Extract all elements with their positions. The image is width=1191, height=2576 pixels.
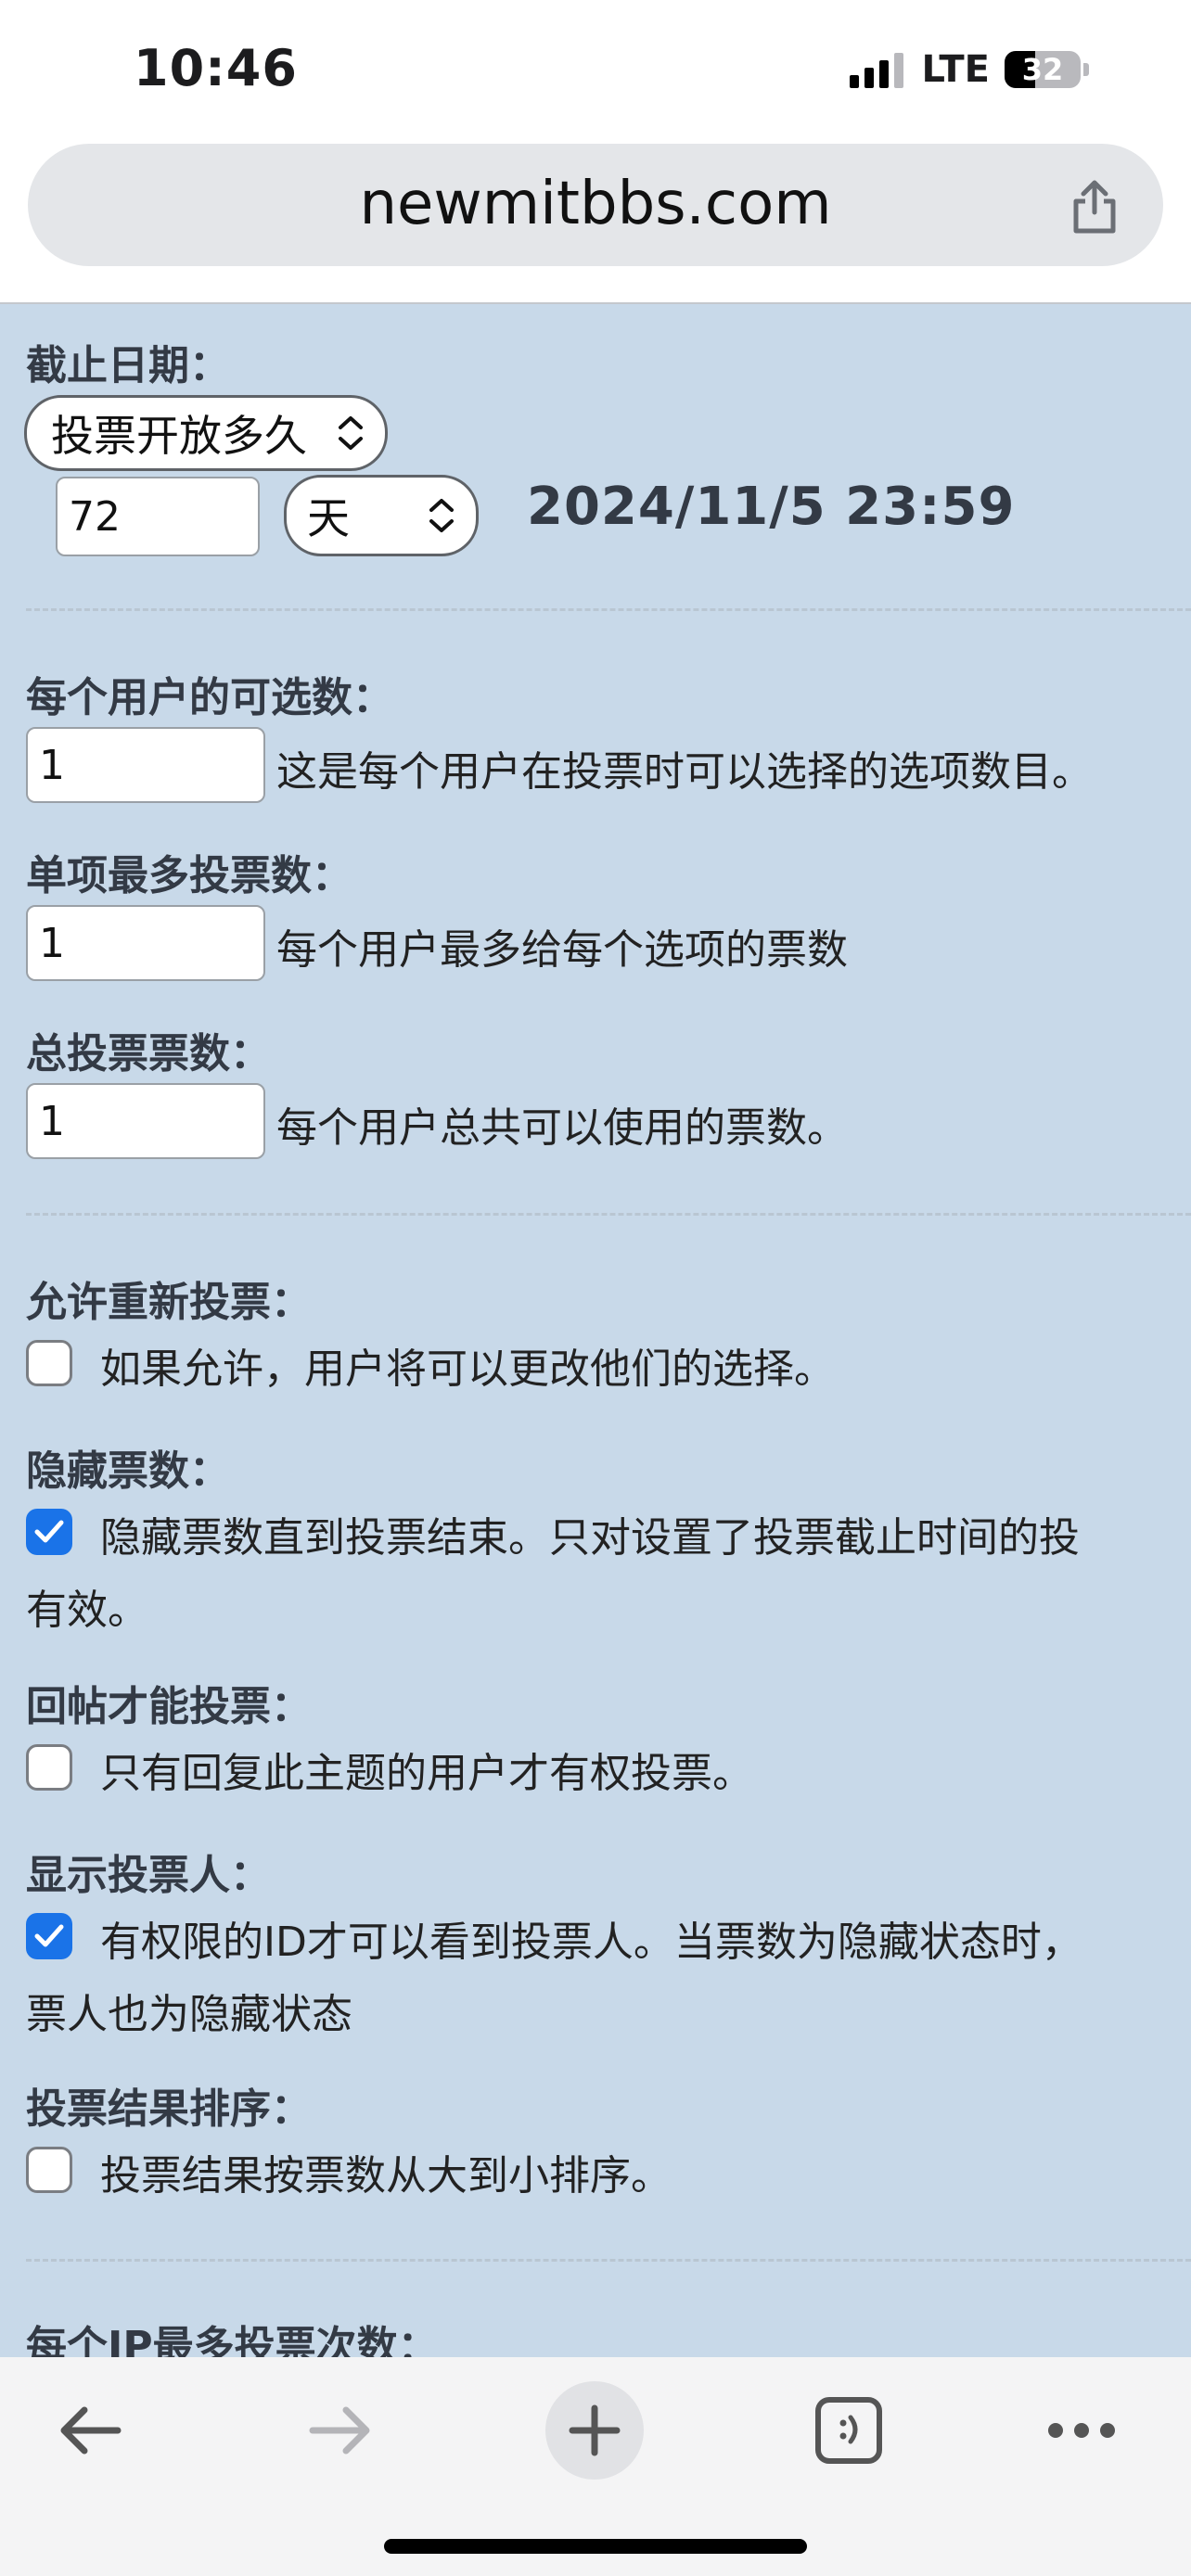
status-time: 10:46	[134, 39, 298, 97]
deadline-mode-select[interactable]: 投票开放多久	[24, 395, 388, 471]
show-voters-label: 显示投票人：	[26, 1852, 271, 1899]
forward-button[interactable]	[299, 2389, 382, 2472]
max-votes-per-ip-label: 每个IP最多投票次数：	[26, 2323, 439, 2357]
chevron-up-down-icon	[429, 499, 454, 532]
network-type: LTE	[921, 48, 990, 91]
duration-unit-select[interactable]: 天	[284, 475, 479, 556]
allow-revote-desc: 如果允许，用户将可以更改他们的选择。	[100, 1345, 835, 1393]
forward-arrow-icon	[309, 2406, 370, 2455]
chevron-up-down-icon	[339, 416, 363, 450]
reply-to-vote-label: 回帖才能投票：	[26, 1683, 312, 1730]
sort-results-checkbox[interactable]	[26, 2147, 72, 2193]
duration-input[interactable]: 72	[56, 477, 260, 556]
hide-votes-desc: 隐藏票数直到投票结束。只对设置了投票截止时间的投	[100, 1514, 1080, 1562]
total-votes-input[interactable]: 1	[26, 1083, 265, 1159]
checkmark-icon	[34, 1924, 64, 1947]
poll-settings-form: 截止日期： 投票开放多久 72 天 2024/11/5 23:59 每个用户的可…	[0, 304, 1191, 2357]
checkmark-icon	[34, 1520, 64, 1543]
cellular-signal-icon	[849, 51, 903, 88]
allow-revote-label: 允许重新投票：	[26, 1279, 312, 1326]
back-arrow-icon	[60, 2406, 122, 2455]
status-icons: LTE 32	[849, 48, 1089, 91]
tabs-icon	[815, 2397, 882, 2464]
choices-per-user-desc: 这是每个用户在投票时可以选择的选项数目。	[276, 748, 1093, 796]
sort-results-label: 投票结果排序：	[26, 2085, 312, 2133]
deadline-mode-value: 投票开放多久	[51, 411, 307, 461]
reply-to-vote-checkbox[interactable]	[26, 1744, 72, 1791]
share-icon[interactable]	[1067, 177, 1122, 236]
more-dots-icon	[1048, 2423, 1115, 2438]
sort-results-desc: 投票结果按票数从大到小排序。	[100, 2152, 672, 2200]
plus-icon	[569, 2404, 621, 2456]
choices-per-user-label: 每个用户的可选数：	[26, 674, 393, 721]
total-votes-label: 总投票票数：	[26, 1030, 271, 1078]
duration-unit-value: 天	[307, 493, 350, 543]
show-voters-checkbox[interactable]	[26, 1913, 72, 1959]
address-bar[interactable]: newmitbbs.com	[28, 144, 1163, 266]
max-votes-per-option-input[interactable]: 1	[26, 905, 265, 981]
home-indicator	[384, 2539, 807, 2554]
hide-votes-checkbox[interactable]	[26, 1509, 72, 1555]
show-voters-desc-cont: 票人也为隐藏状态	[26, 1991, 352, 2038]
hide-votes-desc-cont: 有效。	[26, 1587, 148, 1634]
tabs-button[interactable]	[805, 2387, 892, 2474]
battery-level: 32	[1021, 52, 1064, 87]
section-divider	[26, 1213, 1191, 1216]
back-button[interactable]	[48, 2389, 132, 2472]
show-voters-desc: 有权限的ID才可以看到投票人。当票数为隐藏状态时，	[100, 1919, 1082, 1966]
max-votes-per-option-label: 单项最多投票数：	[26, 852, 352, 899]
computed-deadline: 2024/11/5 23:59	[527, 477, 1016, 537]
new-tab-button[interactable]	[545, 2381, 644, 2480]
choices-per-user-input[interactable]: 1	[26, 727, 265, 803]
section-divider	[26, 608, 1191, 611]
reply-to-vote-desc: 只有回复此主题的用户才有权投票。	[100, 1750, 753, 1797]
max-votes-per-option-desc: 每个用户最多给每个选项的票数	[276, 926, 848, 974]
total-votes-desc: 每个用户总共可以使用的票数。	[276, 1104, 848, 1152]
allow-revote-checkbox[interactable]	[26, 1340, 72, 1386]
section-divider	[26, 2259, 1191, 2262]
hide-votes-label: 隐藏票数：	[26, 1447, 230, 1495]
deadline-label: 截止日期：	[26, 342, 230, 389]
status-bar: 10:46 LTE 32	[0, 0, 1191, 139]
more-button[interactable]	[1037, 2389, 1126, 2472]
url-text[interactable]: newmitbbs.com	[28, 170, 1163, 238]
battery-icon: 32	[1005, 51, 1081, 88]
